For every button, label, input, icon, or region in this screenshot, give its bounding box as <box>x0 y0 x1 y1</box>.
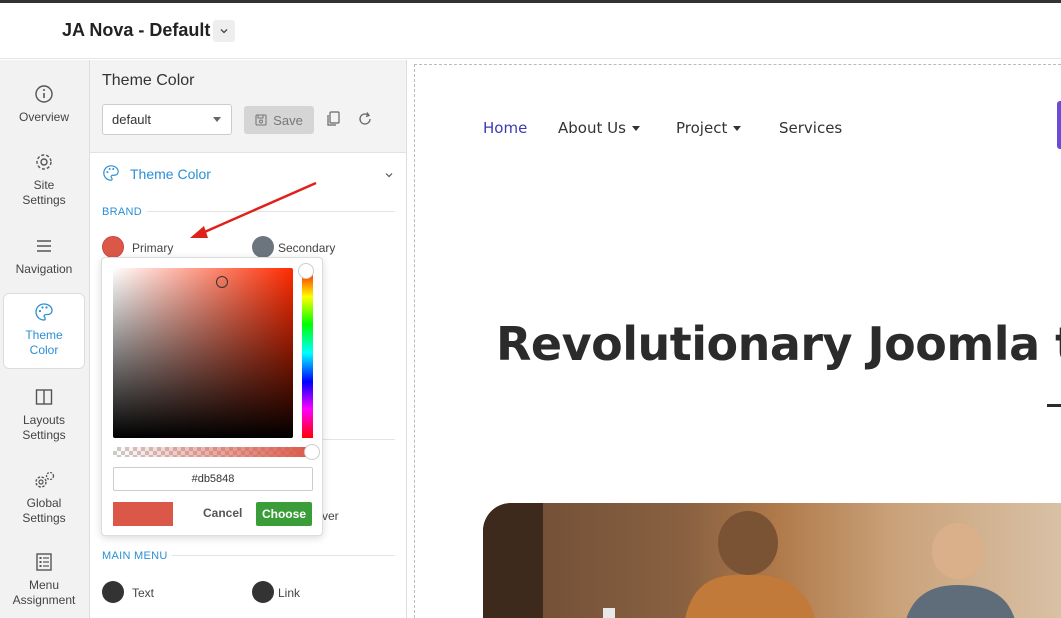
annotation-arrow <box>190 181 317 238</box>
